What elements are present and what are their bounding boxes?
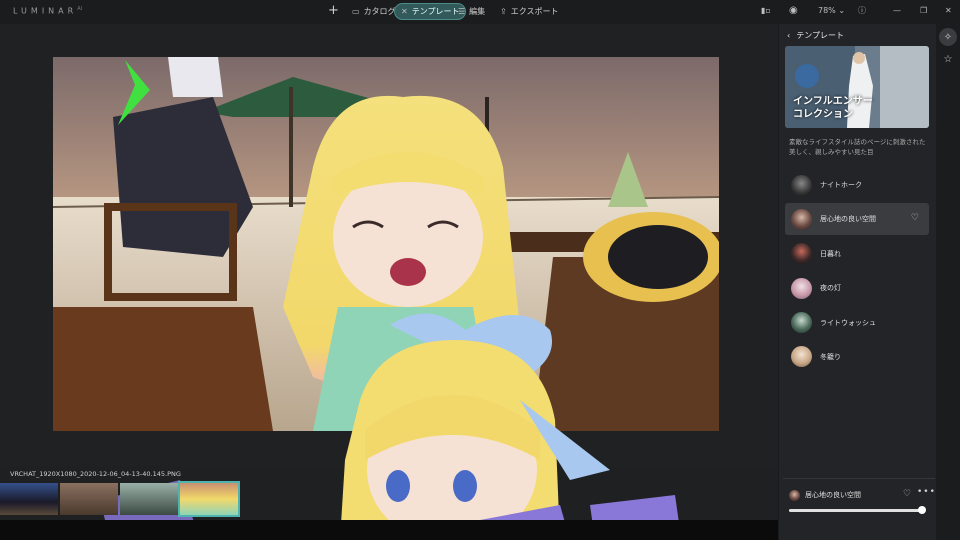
template-thumb xyxy=(791,243,812,265)
tool-strip: ✧ ☆ xyxy=(936,24,960,540)
filmstrip-thumb-selected[interactable] xyxy=(178,481,240,517)
photo-scene xyxy=(53,57,719,431)
template-name: 日暮れ xyxy=(820,249,841,258)
template-thumb xyxy=(791,312,812,334)
restore-icon[interactable]: ❐ xyxy=(920,4,927,18)
chevron-left-icon: ‹ xyxy=(787,31,791,40)
tab-catalog-label: カタログ xyxy=(363,7,396,16)
zoom-select[interactable]: 78% ⌄ xyxy=(818,4,845,18)
filmstrip xyxy=(0,481,240,517)
filmstrip-thumb[interactable] xyxy=(0,483,58,515)
collection-hero: インフルエンサー コレクション xyxy=(785,46,929,128)
heart-icon[interactable]: ♡ xyxy=(903,489,911,499)
filename-label: VRCHAT_1920X1080_2020-12-06_04-13-40.145… xyxy=(10,470,181,478)
template-item[interactable]: ライトウォッシュ xyxy=(785,307,929,339)
template-item[interactable]: 日暮れ xyxy=(785,238,929,270)
app-logo: LUMINARAI xyxy=(13,6,82,16)
template-name: 冬籠り xyxy=(820,352,841,361)
template-name: 夜の灯 xyxy=(820,284,841,293)
top-bar: LUMINARAI + ▭ カタログ ✕ テンプレート ☰ 編集 ⇪ エクスポー… xyxy=(0,0,960,24)
zoom-value: 78% xyxy=(818,6,836,15)
applied-template-name: 居心地の良い空間 xyxy=(805,491,861,499)
logo-text: LUMINAR xyxy=(13,6,78,16)
eye-icon[interactable]: ◉ xyxy=(789,4,798,18)
close-icon[interactable]: ✕ xyxy=(945,4,952,18)
add-photos-button[interactable]: + xyxy=(328,3,339,19)
more-options-icon[interactable]: ••• xyxy=(917,487,936,497)
template-item-selected[interactable]: 居心地の良い空間 ♡ xyxy=(785,203,929,236)
templates-panel: ‹ テンプレート インフルエンサー コレクション 素敵なライフスタイル誌のページ… xyxy=(778,24,936,540)
sliders-icon: ☰ xyxy=(458,7,466,16)
template-thumb xyxy=(791,174,812,196)
template-item[interactable]: ナイトホーク xyxy=(785,169,929,201)
heart-icon[interactable]: ♡ xyxy=(911,213,919,223)
star-icon[interactable]: ☆ xyxy=(939,50,957,68)
template-amount-slider[interactable] xyxy=(789,506,927,514)
filmstrip-thumb[interactable] xyxy=(120,483,178,515)
applied-template-thumb xyxy=(789,490,800,501)
template-thumb xyxy=(791,346,812,368)
folder-icon: ▭ xyxy=(352,7,360,16)
share-icon: ⇪ xyxy=(500,7,507,16)
logo-suffix: AI xyxy=(77,6,83,12)
template-name: 居心地の良い空間 xyxy=(820,215,876,224)
template-icon: ✕ xyxy=(401,7,408,16)
panel-title: テンプレート xyxy=(796,31,844,40)
back-to-templates[interactable]: ‹ テンプレート xyxy=(787,30,844,41)
collection-title-line2: コレクション xyxy=(793,109,853,120)
applied-template-bar: 居心地の良い空間 ♡ ••• xyxy=(783,478,935,518)
chevron-down-icon: ⌄ xyxy=(838,6,846,15)
status-strip xyxy=(0,520,778,540)
tab-export[interactable]: ⇪ エクスポート xyxy=(494,3,564,20)
tab-edit-label: 編集 xyxy=(469,7,486,16)
template-name: ライトウォッシュ xyxy=(820,318,876,327)
template-item[interactable]: 夜の灯 xyxy=(785,272,929,304)
collection-title: インフルエンサー コレクション xyxy=(793,95,873,121)
main-photo[interactable] xyxy=(53,57,719,431)
collection-title-line1: インフルエンサー xyxy=(793,96,873,107)
template-list: ナイトホーク 居心地の良い空間 ♡ 日暮れ 夜の灯 ライトウォッシュ 冬籠り xyxy=(785,169,929,375)
template-thumb xyxy=(791,208,812,230)
tab-export-label: エクスポート xyxy=(510,7,559,16)
magic-wand-icon[interactable]: ✧ xyxy=(939,28,957,46)
compare-icon[interactable]: ▮▫ xyxy=(761,4,771,18)
slider-handle[interactable] xyxy=(918,506,927,514)
tab-edit[interactable]: ☰ 編集 xyxy=(452,3,491,20)
help-icon[interactable]: ⓘ xyxy=(858,4,866,18)
slider-fill xyxy=(789,509,923,512)
template-name: ナイトホーク xyxy=(820,181,862,189)
template-item[interactable]: 冬籠り xyxy=(785,341,929,373)
minimize-icon[interactable]: — xyxy=(893,4,901,18)
collection-description: 素敵なライフスタイル誌のページに刺激された美しく、親しみやすい見た目 xyxy=(789,138,926,156)
filmstrip-thumb[interactable] xyxy=(60,483,118,515)
template-thumb xyxy=(791,277,812,299)
